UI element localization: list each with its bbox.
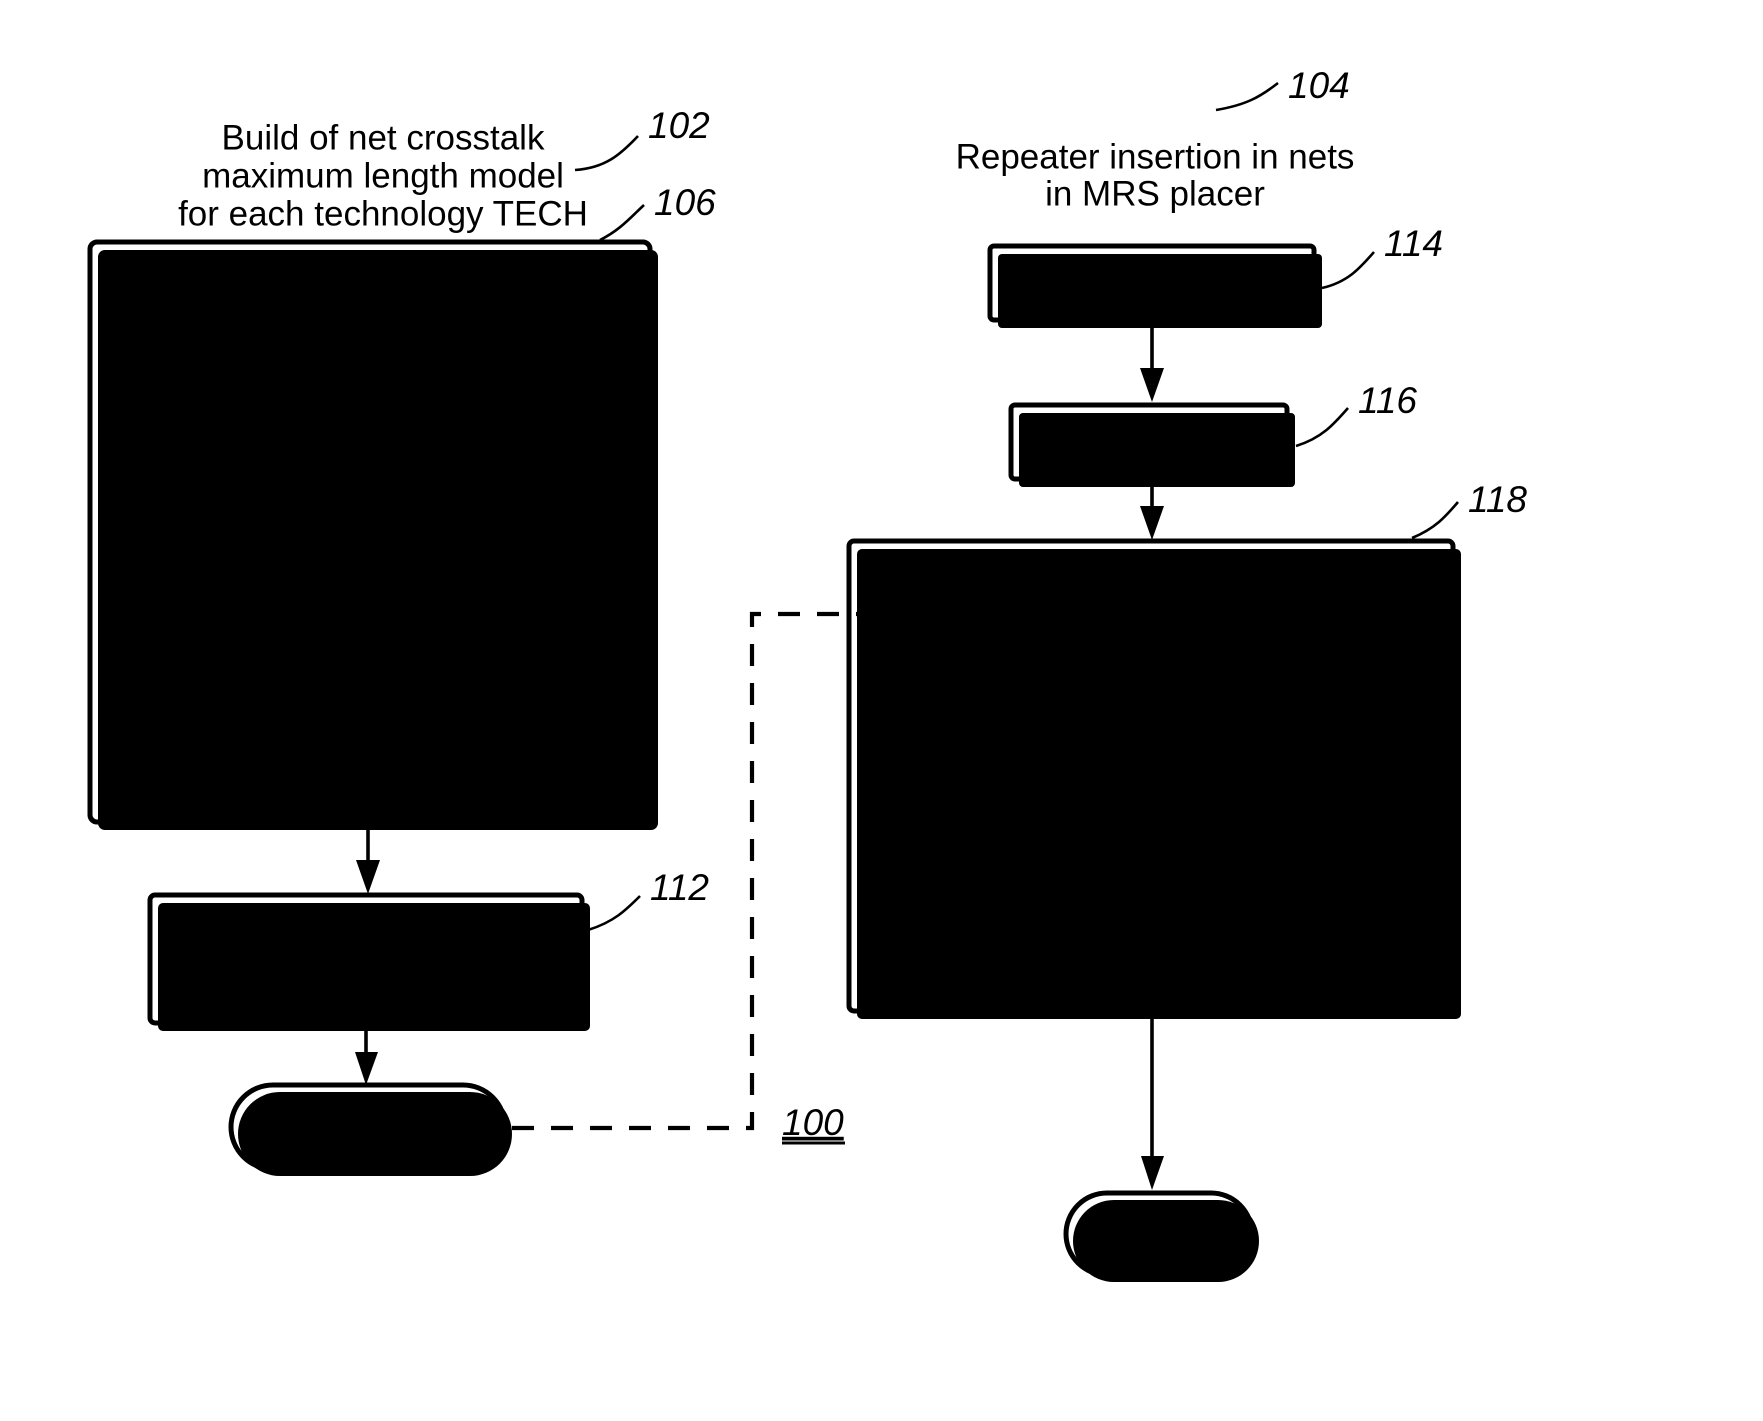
decision-line-1: Net length > ML	[1028, 701, 1276, 740]
global-routing-label: Global Routing	[1034, 421, 1266, 460]
inner-step-line-2: find net crosstalk maximum	[157, 691, 581, 730]
outer-loop-line-2: technology TECH	[233, 299, 507, 338]
left-title-line-3: for each technology TECH	[178, 194, 588, 233]
ref-110: 110	[562, 569, 621, 610]
patent-figure: Build of net crosstalk maximum length mo…	[0, 0, 1763, 1421]
leader-102	[574, 135, 639, 172]
end-label: End	[1128, 1213, 1190, 1252]
right-title-line-1: Repeater insertion in nets	[956, 137, 1355, 176]
build-model-box: Build net crosstalk maximum length model	[147, 892, 590, 1031]
ref-116: 116	[1358, 380, 1417, 421]
leader-118	[1411, 501, 1459, 540]
arrow-build-to-ncml	[355, 1031, 378, 1085]
left-flow-title: Build of net crosstalk maximum length mo…	[178, 118, 588, 233]
leader-104	[1215, 81, 1279, 112]
net-loop-box: For each net N find ML	[846, 538, 1461, 1019]
ref-112: 112	[650, 867, 709, 908]
ref-114: 114	[1384, 223, 1443, 264]
inner-step-line-1: Using Hspice model	[213, 654, 524, 693]
leader-114	[1321, 251, 1375, 290]
end-terminal: End	[1063, 1190, 1259, 1282]
leader-112	[587, 895, 641, 932]
arrow-global-to-netloop	[1140, 487, 1164, 540]
initial-placement-label: Initial Placement	[1024, 262, 1281, 301]
figure-number: 100	[782, 1102, 844, 1143]
net-loop-label: For each net N find ML	[973, 556, 1329, 595]
ref-106: 106	[654, 182, 716, 223]
left-title-line-1: Build of net crosstalk	[222, 118, 545, 157]
decision-no-label: No	[1415, 676, 1458, 714]
arrow-netloop-to-end	[1141, 1016, 1164, 1190]
outer-loop-line-1: For each metal layer M in	[173, 261, 568, 300]
inner-step-line-3: length ML for B	[251, 728, 487, 767]
mid-loop-line-1: For each buffer B in	[217, 454, 524, 493]
ref-104: 104	[1288, 65, 1350, 106]
ref-108: 108	[578, 381, 640, 422]
ref-102: 102	[648, 105, 710, 146]
ncml-model-terminal: NCML Model	[228, 1082, 512, 1176]
ref-122: 122	[1322, 797, 1384, 838]
ncml-model-label: NCML Model	[267, 1106, 470, 1145]
arrow-initial-to-global	[1140, 328, 1164, 402]
left-title-line-2: maximum length model	[202, 156, 564, 195]
flowchart-canvas: Build of net crosstalk maximum length mo…	[87, 65, 1527, 1282]
leader-106	[599, 204, 645, 242]
decision-line-2: ?	[1142, 738, 1161, 777]
right-flow-title: Repeater insertion in nets in MRS placer	[956, 137, 1355, 213]
decision-yes-label: Yes	[1067, 803, 1122, 841]
right-title-line-2: in MRS placer	[1045, 174, 1265, 213]
build-line-1: Build net crosstalk	[224, 905, 509, 944]
global-routing-box: Global Routing	[1008, 402, 1295, 487]
initial-placement-box: Initial Placement	[987, 243, 1322, 328]
ref-120: 120	[1340, 657, 1402, 698]
arrow-outer-to-build	[356, 825, 380, 894]
insert-repeater-label: Insert repeater in net N	[973, 875, 1331, 914]
leader-116	[1295, 407, 1349, 448]
mid-loop-line-2: technology TECH	[233, 490, 507, 529]
build-line-2: maximum length model	[185, 943, 547, 982]
ref-118: 118	[1468, 479, 1527, 520]
